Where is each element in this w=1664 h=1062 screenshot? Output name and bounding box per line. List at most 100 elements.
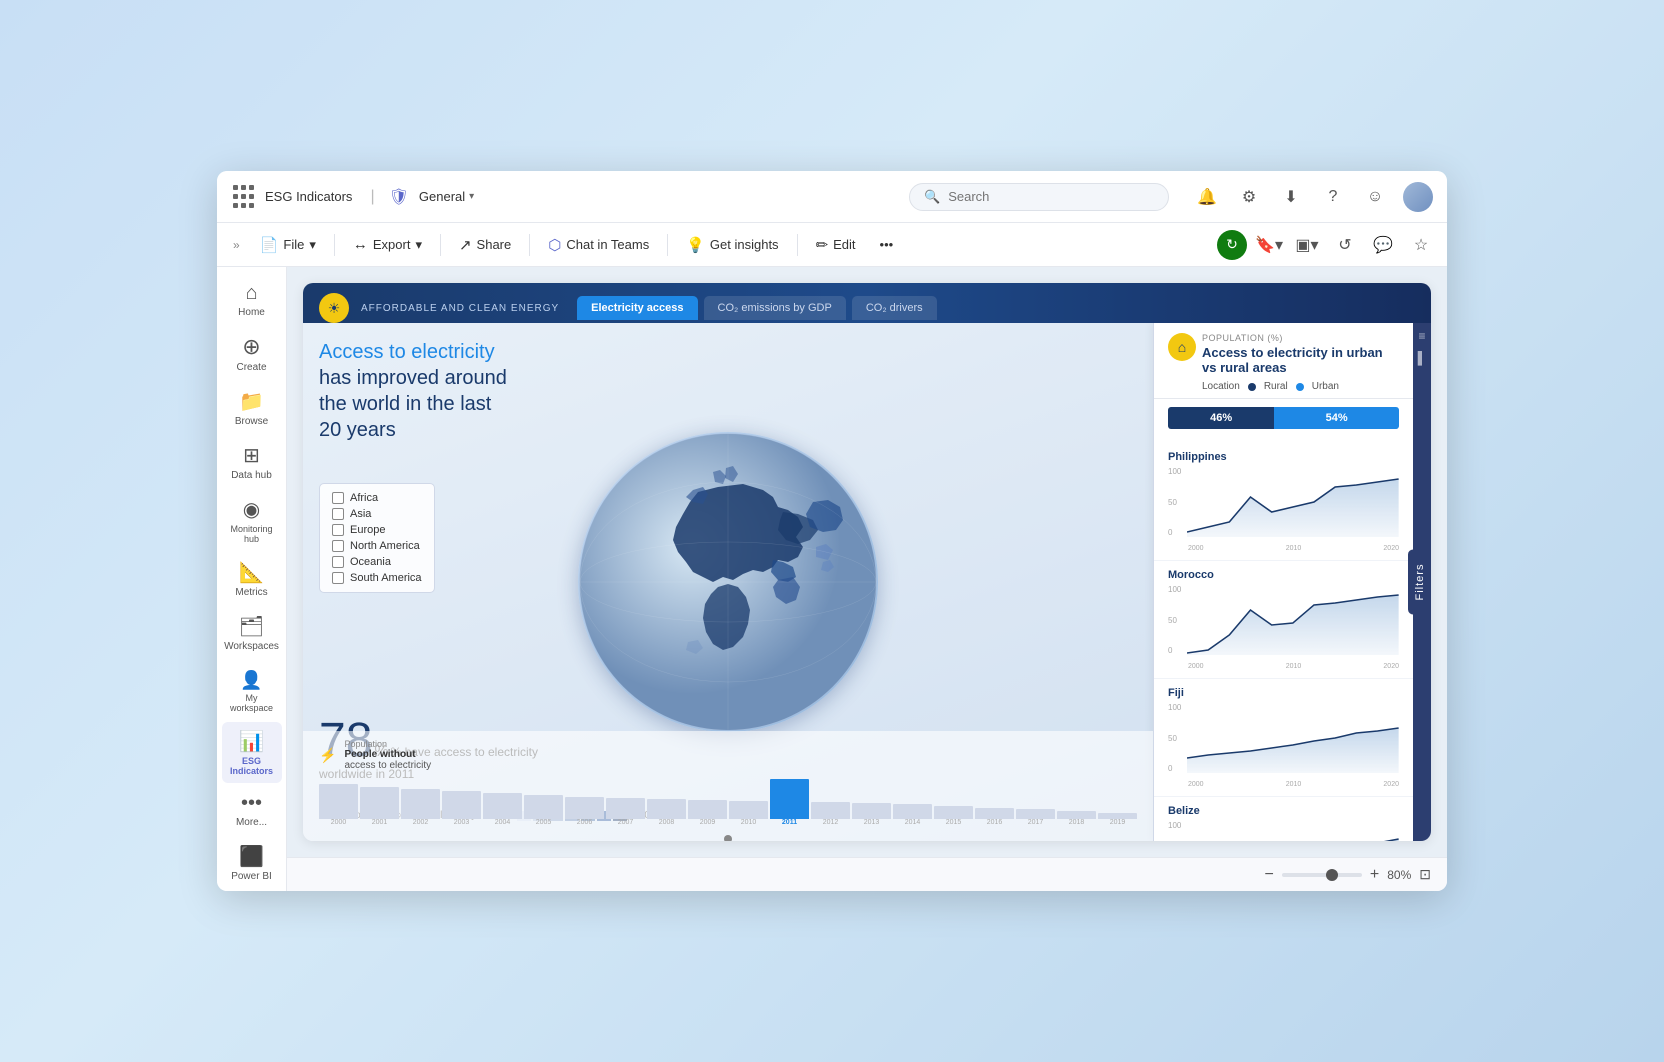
comment-icon[interactable]: 💬 [1367,229,1399,261]
chevron-down-icon: ▾ [309,237,316,253]
edit-button[interactable]: ✏ Edit [806,231,866,259]
ellipsis-icon: ••• [880,237,894,252]
rural-label: Rural [1264,381,1288,392]
country-chart-belize: Belize 100 50 0 [1154,797,1413,841]
powerbi-icon: ⬛ [239,844,264,869]
chart-area-philippines [1187,467,1399,542]
my-workspace-icon: 👤 [240,670,262,691]
tab-co2-gdp[interactable]: CO₂ emissions by GDP [704,296,846,320]
header-actions: 🔔 ⚙ ⬇ ? ☺ [1193,182,1433,212]
bar-chart-title: Population [344,739,431,749]
section-dropdown[interactable]: General ▾ [419,189,474,204]
chart-area-fiji [1187,703,1399,778]
x-axis-labels-morocco: 2000 2010 2020 [1188,663,1399,670]
bookmark-icon[interactable]: 🔖▾ [1253,229,1285,261]
y-axis-labels-morocco: 100 50 0 [1168,585,1181,655]
file-button[interactable]: 📄 File ▾ [250,231,326,259]
more-icon: ••• [241,792,262,815]
sidebar-item-metrics[interactable]: 📐 Metrics [222,553,282,605]
bar-col-2018 [1057,811,1096,819]
sidebar-item-datahub[interactable]: ⊞ Data hub [222,436,282,488]
fit-to-screen-icon[interactable]: ⊡ [1419,866,1431,883]
sidebar-item-powerbi[interactable]: ⬛ Power BI [227,837,276,889]
panel-header: ⌂ Population (%) Access to electricity i… [1154,323,1413,399]
shield-icon: 🛡 [389,187,409,207]
more-options-button[interactable]: ••• [870,232,904,257]
chat-button[interactable]: ⬡ Chat in Teams [538,231,659,259]
tab-co2-drivers[interactable]: CO₂ drivers [852,296,937,320]
section-label: General [419,189,465,204]
sidebar-item-browse[interactable]: 📁 Browse [222,382,282,434]
sidebar-item-my-workspace[interactable]: 👤 My workspace [222,663,282,720]
filters-tab[interactable]: Filters [1408,550,1431,615]
country-name-belize: Belize [1168,805,1399,817]
insights-button[interactable]: 💡 Get insights [676,231,788,259]
chevron-down-icon: ▾ [415,237,422,253]
share-icon: ↗ [459,236,472,254]
bar-col-2014 [893,804,932,819]
zoom-minus-button[interactable]: − [1265,866,1274,884]
bar-col-2017 [1016,809,1055,819]
zoom-thumb [1326,869,1338,881]
chevron-icon: ▾ [1275,235,1283,255]
refresh-icon[interactable]: ↻ [1217,230,1247,260]
bar-chart-icon: ⚡ [319,747,336,764]
country-chart-philippines: Philippines 100 50 0 [1154,443,1413,561]
search-icon: 🔍 [924,189,940,205]
sidebar-item-monitoring[interactable]: ◉ Monitoring hub [222,490,282,551]
bar-chart-subtitle-bold: People without [344,749,431,760]
app-grid-icon[interactable] [231,185,255,209]
toolbar-expand-icon[interactable]: » [227,234,246,256]
sidebar-item-esg[interactable]: 📊 ESG Indicators [222,722,282,783]
tab-electricity[interactable]: Electricity access [577,296,697,320]
distribution-bar: 46% 54% [1168,407,1399,429]
report-area: ☀ AFFORDABLE AND CLEAN ENERGY Electricit… [287,267,1447,891]
notifications-icon[interactable]: 🔔 [1193,183,1221,211]
insights-label: Get insights [710,237,779,252]
bar-chart-header: ⚡ Population People without access to el… [319,739,1137,771]
export-label: Export [373,237,411,252]
sidebar-item-home[interactable]: ⌂ Home [222,275,282,325]
urban-dot [1296,383,1304,391]
zoom-controls: − + 80% ⊡ [1265,866,1431,884]
toolbar-right: ↻ 🔖▾ ▣▾ ↺ 💬 ☆ [1217,229,1437,261]
main-content: ☀ AFFORDABLE AND CLEAN ENERGY Electricit… [287,267,1447,891]
layout-icon[interactable]: ▣▾ [1291,229,1323,261]
chat-label: Chat in Teams [566,237,649,252]
app-title: ESG Indicators [265,189,352,204]
sidebar-item-more[interactable]: ••• More... [222,785,282,835]
undo-icon[interactable]: ↺ [1329,229,1361,261]
sidebar-right-icon-1[interactable]: ≡ [1418,329,1425,343]
avatar[interactable] [1403,182,1433,212]
star-icon[interactable]: ☆ [1405,229,1437,261]
file-label: File [283,237,304,252]
edit-label: Edit [833,237,855,252]
zoom-plus-button[interactable]: + [1370,866,1379,884]
app-window: ESG Indicators | 🛡 General ▾ 🔍 🔔 ⚙ ⬇ ? ☺… [217,171,1447,891]
monitoring-icon: ◉ [243,497,260,522]
share-button[interactable]: ↗ Share [449,231,521,259]
country-name-fiji: Fiji [1168,687,1399,699]
urban-bar: 54% [1274,407,1399,429]
search-input[interactable] [948,189,1154,204]
export-button[interactable]: ↔ Export ▾ [343,231,432,258]
settings-icon[interactable]: ⚙ [1235,183,1263,211]
emoji-icon[interactable]: ☺ [1361,183,1389,211]
bar-col-2008 [647,799,686,819]
bar-chart-subtitle: access to electricity [344,760,431,771]
zoom-percentage: 80% [1387,868,1411,882]
zoom-slider[interactable] [1282,873,1362,877]
country-charts: Philippines 100 50 0 [1154,437,1413,841]
rural-dot [1248,383,1256,391]
help-icon[interactable]: ? [1319,183,1347,211]
home-icon: ⌂ [245,282,257,305]
sidebar-item-workspaces[interactable]: 🗂 Workspaces [222,607,282,659]
bar-chart-section: ⚡ Population People without access to el… [303,731,1153,841]
sidebar-right-icon-2[interactable]: ▌ [1418,351,1427,365]
bar-year-labels: 2000 2001 2002 2003 2004 2005 2006 2007 … [319,819,1137,826]
download-icon[interactable]: ⬇ [1277,183,1305,211]
sidebar-item-create[interactable]: ⊕ Create [222,327,282,380]
create-icon: ⊕ [242,334,260,360]
search-box[interactable]: 🔍 [909,183,1169,211]
teams-icon: ⬡ [548,236,561,254]
